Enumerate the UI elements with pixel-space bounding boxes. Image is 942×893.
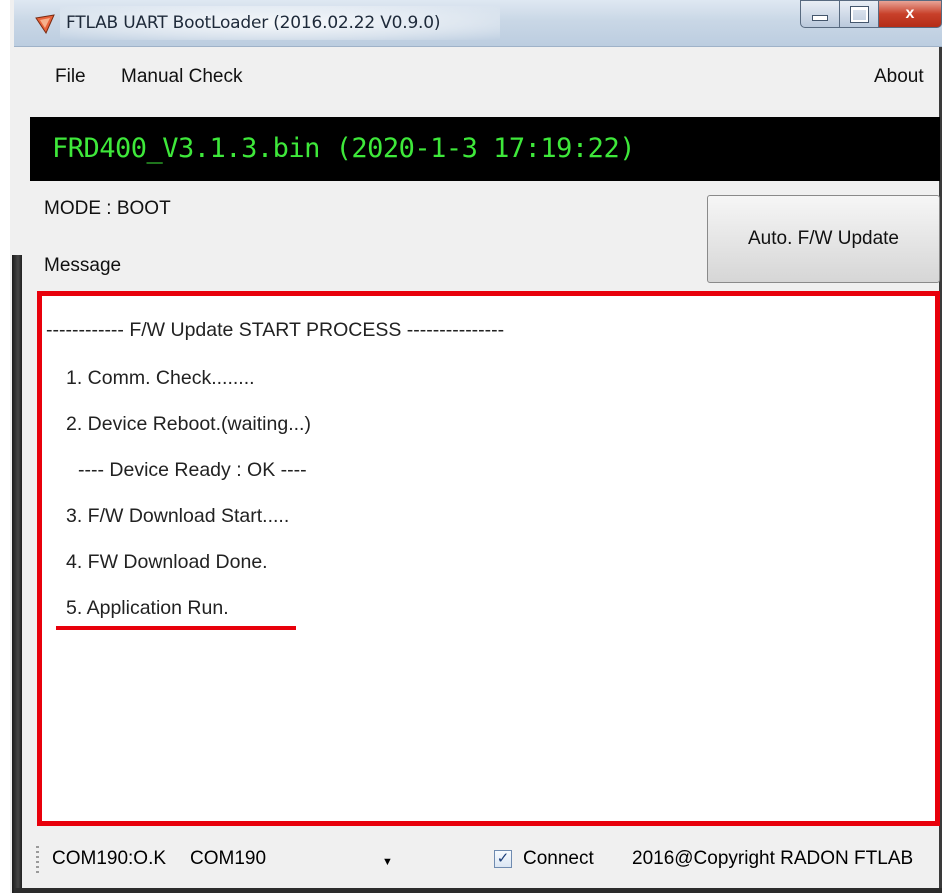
firmware-filename: FRD400_V3.1.3.bin (2020-1-3 17:19:22) (52, 133, 635, 164)
connect-label[interactable]: Connect (523, 848, 594, 870)
menu-manual-check[interactable]: Manual Check (121, 66, 242, 88)
log-line: ---- Device Ready : OK ---- (78, 459, 307, 481)
highlight-underline (56, 626, 296, 630)
log-line: 1. Comm. Check........ (66, 367, 255, 389)
app-logo-icon (35, 14, 55, 34)
close-button[interactable]: x (879, 0, 942, 28)
menu-bar: File Manual Check About (22, 56, 940, 96)
minimize-button[interactable] (800, 0, 840, 28)
copyright-text: 2016@Copyright RADON FTLAB (632, 848, 914, 869)
chevron-down-icon[interactable]: ▼ (382, 856, 393, 868)
status-grip-icon (36, 846, 39, 876)
log-line: 4. FW Download Done. (66, 551, 268, 573)
message-label: Message (44, 255, 122, 276)
mode-label: MODE : BOOT (44, 198, 171, 219)
window-title: FTLAB UART BootLoader (2016.02.22 V0.9.0… (66, 13, 441, 33)
com-status: COM190:O.K (52, 848, 167, 869)
auto-fw-update-button[interactable]: Auto. F/W Update (707, 195, 940, 283)
close-icon: x (905, 5, 915, 22)
minimize-icon (812, 15, 828, 21)
log-line: 3. F/W Download Start..... (66, 505, 290, 527)
firmware-banner: FRD400_V3.1.3.bin (2020-1-3 17:19:22) (30, 117, 940, 181)
connect-checkbox[interactable]: ✓ (494, 850, 512, 868)
message-log[interactable]: ------------ F/W Update START PROCESS --… (37, 291, 940, 826)
log-line: ------------ F/W Update START PROCESS --… (46, 319, 505, 341)
window-edge-shadow (12, 255, 22, 893)
menu-about[interactable]: About (874, 66, 924, 88)
menu-file[interactable]: File (55, 66, 86, 88)
window-bottom-border (14, 888, 942, 893)
port-select[interactable]: COM190 (190, 848, 266, 870)
maximize-button[interactable] (840, 0, 879, 28)
title-bar[interactable]: FTLAB UART BootLoader (2016.02.22 V0.9.0… (14, 0, 942, 47)
window-controls: x (800, 0, 942, 30)
maximize-icon (849, 5, 869, 23)
log-line: 5. Application Run. (66, 597, 229, 619)
log-line: 2. Device Reboot.(waiting...) (66, 413, 311, 435)
